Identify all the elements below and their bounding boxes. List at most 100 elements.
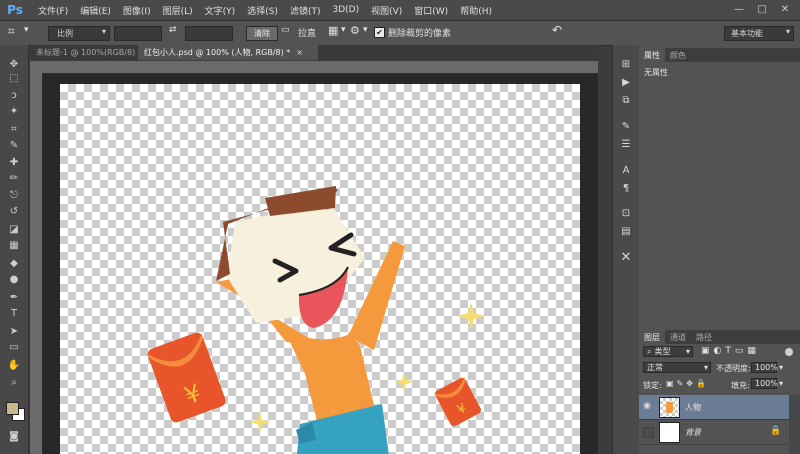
layer-filter-icons[interactable]: ▣◐T▭▦ (701, 346, 760, 356)
menu-window[interactable]: 窗口(W) (408, 4, 454, 17)
document-canvas[interactable]: ¥ ¥ (60, 84, 580, 454)
properties-empty-text: 无属性 (644, 68, 668, 77)
filter-toggle-icon[interactable] (785, 348, 793, 356)
horizontal-ruler (30, 61, 598, 74)
menu-3d[interactable]: 3D(D) (326, 5, 365, 15)
notes-icon[interactable]: ▤ (618, 224, 634, 238)
menu-edit[interactable]: 编辑(E) (74, 4, 117, 17)
tab-untitled[interactable]: 未标题-1 @ 100%(RGB/8) (30, 45, 147, 60)
tab-channels[interactable]: 通道 (665, 330, 691, 344)
magic-wand-icon[interactable]: ✦ (6, 104, 22, 118)
opacity-chevron-icon[interactable]: ▾ (779, 363, 783, 372)
workspace-select[interactable]: 基本功能 ▾ (724, 26, 794, 41)
sparkle (457, 302, 485, 330)
layer-filter-value: 类型 (654, 347, 671, 356)
close-button[interactable]: ✕ (774, 2, 796, 17)
tab-layers[interactable]: 图层 (639, 330, 665, 344)
menu-layer[interactable]: 图层(L) (157, 4, 199, 17)
menu-view[interactable]: 视图(V) (365, 4, 408, 17)
adjustments-icon[interactable]: ☰ (618, 137, 634, 151)
character-illustration: ¥ ¥ (147, 186, 485, 454)
crop-icon[interactable]: ⌗ (8, 24, 15, 39)
sparkle (249, 411, 271, 433)
straighten-icon[interactable]: ▭ (281, 25, 290, 35)
zoom-icon[interactable]: ⌕ (6, 375, 22, 389)
shape-icon[interactable]: ▭ (6, 340, 22, 354)
tab-paths[interactable]: 路径 (691, 330, 717, 344)
navigator-icon[interactable]: ⊡ (618, 206, 634, 220)
menu-image[interactable]: 图像(I) (117, 4, 157, 17)
ratio-value: 比例 (57, 29, 73, 38)
hand-icon[interactable]: ✋ (6, 358, 22, 372)
menu-help[interactable]: 帮助(H) (454, 4, 498, 17)
gear-icon[interactable]: ⚙ (350, 24, 360, 37)
eraser-icon[interactable]: ◪ (6, 222, 22, 236)
dodge-icon[interactable]: ● (6, 272, 22, 286)
layer-filter-select[interactable]: ⌕ 类型 ▾ (643, 346, 693, 357)
blur-icon[interactable]: ◆ (6, 256, 22, 270)
paragraph-icon[interactable]: ¶ (618, 181, 634, 195)
layer-row-background[interactable]: 背景 🔒 (639, 420, 789, 445)
ratio-width-field[interactable] (114, 26, 162, 41)
healing-brush-icon[interactable]: ✚ (6, 155, 22, 169)
type-icon[interactable]: T (6, 306, 22, 320)
straighten-label[interactable]: 拉直 (298, 26, 316, 39)
fill-field[interactable]: 100% (751, 378, 778, 389)
brush-icon[interactable]: ✏ (6, 171, 22, 185)
fill-chevron-icon[interactable]: ▾ (779, 379, 783, 388)
quick-mask-icon[interactable]: ◙ (6, 429, 22, 443)
blend-mode-value: 正常 (647, 363, 663, 372)
visibility-toggle[interactable] (643, 427, 654, 438)
swap-icon[interactable]: ⇄ (169, 25, 177, 35)
move-icon[interactable]: ✥ (6, 57, 22, 71)
history-icon[interactable]: ⊞ (618, 57, 634, 71)
lasso-icon[interactable]: ↄ (6, 88, 22, 102)
opacity-field[interactable]: 100% (751, 362, 778, 373)
eyedropper-icon[interactable]: ✎ (6, 138, 22, 152)
grid-overlay-icon[interactable]: ▦ (328, 24, 338, 37)
path-select-icon[interactable]: ➤ (6, 324, 22, 338)
clear-button[interactable]: 清除 (246, 26, 278, 41)
overlay-chevron-icon[interactable]: ▾ (341, 25, 346, 35)
brush-presets-icon[interactable]: ✎ (618, 119, 634, 133)
tool-preset-chevron-icon[interactable]: ▾ (24, 25, 29, 35)
actions-play-icon[interactable]: ▶ (618, 75, 634, 89)
marquee-icon[interactable]: ⬚ (6, 71, 22, 85)
crop-icon[interactable]: ⌗ (6, 122, 22, 136)
tool-presets-icon[interactable]: ✕ (618, 250, 634, 265)
ratio-height-field[interactable] (185, 26, 233, 41)
tab-hongbao[interactable]: 红包小人.psd @ 100% (人物, RGB/8) * × (138, 45, 318, 60)
delete-cropped-checkbox[interactable]: ✔ (374, 27, 385, 38)
close-tab-icon[interactable]: × (296, 48, 303, 57)
menu-type[interactable]: 文字(Y) (199, 4, 242, 17)
layer-comps-icon[interactable]: ⧉ (618, 93, 634, 107)
layer-name[interactable]: 背景 (685, 427, 701, 438)
history-brush-icon[interactable]: ↺ (6, 204, 22, 218)
gradient-icon[interactable]: ▦ (6, 238, 22, 252)
gear-chevron-icon[interactable]: ▾ (363, 25, 368, 35)
tab-color[interactable]: 颜色 (665, 48, 691, 62)
character-icon[interactable]: A (618, 163, 634, 177)
panel-icon-strip: ⊞ ▶ ⧉ ✎ ☰ A ¶ ⊡ ▤ ✕ (612, 45, 640, 454)
canvas-area[interactable]: ¥ ¥ (43, 74, 598, 454)
pen-icon[interactable]: ✒ (6, 290, 22, 304)
opacity-label: 不透明度: (716, 364, 751, 373)
layer-row-character[interactable]: ◉ 人物 (639, 395, 789, 420)
panels-column: 属性 颜色 无属性 图层 通道 路径 ⌕ 类型 ▾ ▣◐T▭▦ 正常 ▾ 不透明… (639, 45, 800, 454)
menu-file[interactable]: 文件(F) (32, 4, 74, 17)
maximize-button[interactable]: □ (751, 2, 773, 17)
menu-filter[interactable]: 滤镜(T) (284, 4, 327, 17)
vertical-ruler (30, 73, 43, 454)
layer-name[interactable]: 人物 (685, 402, 701, 413)
visibility-eye-icon[interactable]: ◉ (642, 401, 652, 411)
tab-properties[interactable]: 属性 (639, 48, 665, 62)
lock-icons[interactable]: ▣✎✥🔒 (666, 379, 709, 388)
menu-select[interactable]: 选择(S) (241, 4, 284, 17)
ratio-select[interactable]: 比例 ▾ (48, 26, 110, 41)
clone-stamp-icon[interactable]: ⎋ (6, 188, 22, 202)
blend-mode-select[interactable]: 正常 ▾ (643, 362, 711, 373)
foreground-color-swatch[interactable] (6, 402, 19, 415)
layers-scrollbar[interactable] (789, 395, 800, 454)
minimize-button[interactable]: — (728, 2, 750, 17)
reset-icon[interactable]: ↶ (552, 23, 562, 37)
